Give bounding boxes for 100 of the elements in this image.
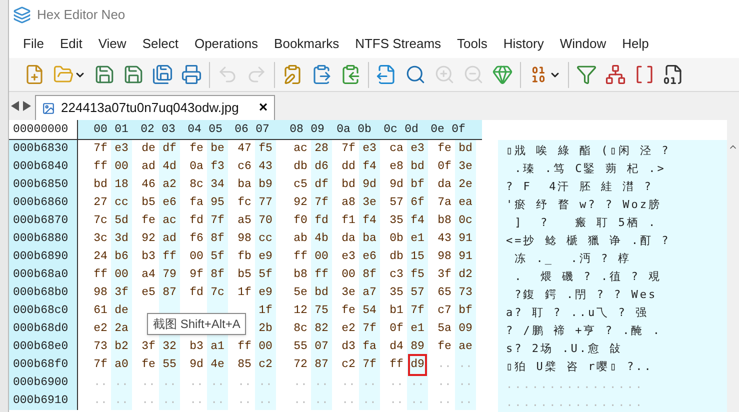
byte-cell[interactable]: 00 xyxy=(190,248,204,266)
byte-cell[interactable]: a5 xyxy=(238,212,252,230)
byte-cell[interactable]: f3 xyxy=(210,158,224,176)
menu-item[interactable]: Bookmarks xyxy=(266,34,348,54)
byte-cell[interactable]: 7f xyxy=(410,302,424,320)
byte-cell[interactable]: 5a xyxy=(438,320,452,338)
byte-cell[interactable]: 15 xyxy=(410,248,424,266)
byte-cell[interactable]: 18 xyxy=(114,176,128,194)
byte-cell[interactable]: e1 xyxy=(410,230,424,248)
byte-cell[interactable]: ff xyxy=(162,248,176,266)
byte-cell[interactable]: dd xyxy=(342,158,356,176)
byte-cell[interactable]: 72 xyxy=(294,356,308,374)
byte-cell[interactable]: e9 xyxy=(258,248,272,266)
byte-cell[interactable]: 7f xyxy=(210,212,224,230)
byte-cell[interactable]: 79 xyxy=(162,266,176,284)
byte-cell[interactable]: da xyxy=(438,176,452,194)
byte-cell[interactable]: a1 xyxy=(210,338,224,356)
byte-cell[interactable]: 54 xyxy=(362,302,376,320)
byte-cell[interactable]: f0 xyxy=(294,212,308,230)
byte-cell[interactable]: 75 xyxy=(314,302,328,320)
byte-cell[interactable]: 57 xyxy=(410,284,424,302)
byte-cell[interactable]: 0b xyxy=(390,230,404,248)
byte-cell[interactable]: 8c xyxy=(190,176,204,194)
byte-cell[interactable]: 7f xyxy=(94,356,108,374)
menu-item[interactable]: Edit xyxy=(52,34,90,54)
byte-cell[interactable]: 55 xyxy=(294,338,308,356)
byte-cell[interactable]: 0a xyxy=(190,158,204,176)
byte-cell[interactable]: b8 xyxy=(438,212,452,230)
byte-cell[interactable]: ff xyxy=(294,248,308,266)
byte-cell[interactable]: b3 xyxy=(190,338,204,356)
byte-cell[interactable]: 9d xyxy=(390,176,404,194)
byte-cell[interactable]: 7c xyxy=(210,284,224,302)
byte-cell[interactable]: 95 xyxy=(210,194,224,212)
byte-cell[interactable]: ba xyxy=(362,230,376,248)
byte-cell[interactable]: a8 xyxy=(342,194,356,212)
byte-cell[interactable]: ac xyxy=(162,212,176,230)
byte-cell[interactable]: d9 xyxy=(410,356,426,374)
byte-cell[interactable]: cc xyxy=(114,194,128,212)
byte-cell[interactable]: 92 xyxy=(294,194,308,212)
byte-cell[interactable]: ac xyxy=(294,140,308,158)
menu-item[interactable]: NTFS Streams xyxy=(347,34,450,54)
byte-cell[interactable]: 7f xyxy=(362,320,376,338)
byte-cell[interactable]: 7f xyxy=(362,356,376,374)
byte-cell[interactable]: ff xyxy=(94,266,108,284)
byte-cell[interactable]: ff xyxy=(238,338,252,356)
menu-item[interactable]: View xyxy=(90,34,134,54)
byte-cell[interactable]: 7f xyxy=(94,140,108,158)
byte-cell[interactable]: 8f xyxy=(210,266,224,284)
byte-cell[interactable]: 5d xyxy=(114,212,128,230)
byte-cell[interactable]: 6f xyxy=(410,194,424,212)
byte-cell[interactable]: bf xyxy=(458,302,472,320)
byte-cell[interactable]: ff xyxy=(390,356,404,374)
byte-cell[interactable]: 1f xyxy=(238,284,252,302)
byte-cell[interactable]: e1 xyxy=(410,320,424,338)
byte-cell[interactable]: a4 xyxy=(142,266,156,284)
menu-item[interactable]: Tools xyxy=(449,34,496,54)
byte-cell[interactable]: 73 xyxy=(94,338,108,356)
byte-cell[interactable]: 82 xyxy=(314,320,328,338)
byte-cell[interactable]: 3f xyxy=(114,284,128,302)
byte-cell[interactable]: bd xyxy=(314,284,328,302)
byte-cell[interactable]: bd xyxy=(342,176,356,194)
byte-cell[interactable]: fa xyxy=(362,338,376,356)
byte-cell[interactable]: 4e xyxy=(210,356,224,374)
byte-cell[interactable]: b1 xyxy=(390,302,404,320)
byte-cell[interactable]: de xyxy=(114,302,128,320)
byte-cell[interactable]: b3 xyxy=(142,248,156,266)
byte-cell[interactable]: b5 xyxy=(142,194,156,212)
byte-cell[interactable]: c2 xyxy=(258,356,272,374)
byte-cell[interactable]: b2 xyxy=(114,338,128,356)
byte-cell[interactable]: 3d xyxy=(114,230,128,248)
byte-cell[interactable]: cc xyxy=(258,230,272,248)
byte-cell[interactable]: f1 xyxy=(342,212,356,230)
byte-cell[interactable]: 7c xyxy=(94,212,108,230)
byte-cell[interactable]: 98 xyxy=(94,284,108,302)
byte-cell[interactable]: 28 xyxy=(314,140,328,158)
byte-cell[interactable]: f5 xyxy=(258,140,272,158)
byte-cell[interactable]: c5 xyxy=(294,176,308,194)
byte-cell[interactable]: 85 xyxy=(238,356,252,374)
scrollbar[interactable] xyxy=(727,120,739,412)
byte-cell[interactable]: e6 xyxy=(362,248,376,266)
byte-cell[interactable]: 8c xyxy=(294,320,308,338)
byte-cell[interactable]: 9d xyxy=(362,176,376,194)
byte-cell[interactable]: df xyxy=(162,140,176,158)
byte-cell[interactable]: fe xyxy=(142,356,156,374)
byte-cell[interactable]: 09 xyxy=(458,320,472,338)
byte-cell[interactable]: 43 xyxy=(438,230,452,248)
byte-cell[interactable]: c7 xyxy=(438,302,452,320)
byte-cell[interactable]: 87 xyxy=(162,284,176,302)
byte-cell[interactable]: 2e xyxy=(458,176,472,194)
byte-cell[interactable]: 9d xyxy=(190,356,204,374)
byte-cell[interactable]: 12 xyxy=(294,302,308,320)
byte-cell[interactable]: ab xyxy=(294,230,308,248)
byte-cell[interactable]: b9 xyxy=(258,176,272,194)
byte-cell[interactable]: fe xyxy=(142,212,156,230)
byte-cell[interactable]: 73 xyxy=(458,284,472,302)
byte-cell[interactable]: 55 xyxy=(162,356,176,374)
tab-scroll-arrows-icon[interactable] xyxy=(11,101,31,111)
byte-cell[interactable]: fd xyxy=(190,284,204,302)
byte-cell[interactable]: db xyxy=(294,158,308,176)
byte-cell[interactable]: da xyxy=(342,230,356,248)
